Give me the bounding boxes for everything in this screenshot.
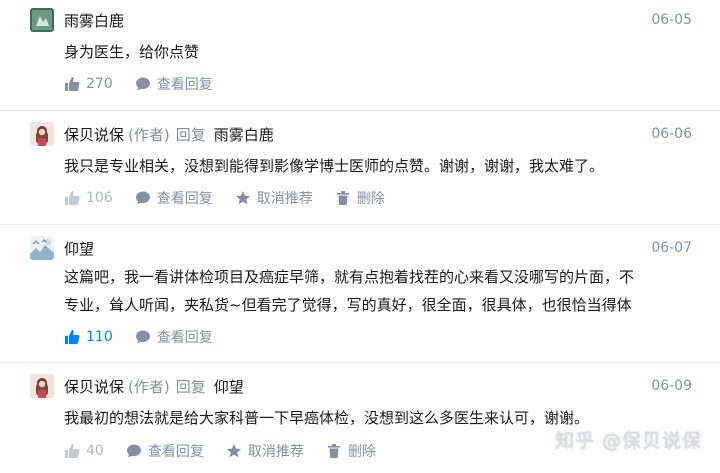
like-button[interactable]: 40 (64, 443, 104, 459)
comment-content: 我只是专业相关，没想到能得到影像学博士医师的点赞。谢谢，谢谢，我太难了。 (64, 157, 605, 175)
author-name[interactable]: 保贝说保 (64, 376, 124, 397)
like-count: 40 (86, 443, 104, 459)
view-replies-label: 查看回复 (156, 191, 213, 207)
comment-date: 06-05 (651, 12, 692, 28)
reply-target-name[interactable]: 仰望 (214, 376, 244, 397)
delete-button[interactable]: 删除 (326, 441, 376, 461)
delete-label: 删除 (347, 444, 376, 460)
like-count: 110 (86, 329, 113, 345)
reply-word: 回复 (175, 377, 206, 396)
like-button[interactable]: 270 (64, 76, 113, 92)
avatar[interactable] (30, 236, 54, 260)
delete-label: 删除 (356, 191, 385, 207)
delete-button[interactable]: 删除 (335, 188, 385, 208)
comment-content-line: 专业，耸人听闻，夹私货~但看完了觉得，写的真好，很全面，很具体，也很恰当得体 (64, 296, 632, 314)
avatar[interactable] (30, 8, 54, 32)
view-replies-button[interactable]: 查看回复 (135, 74, 213, 94)
author-name[interactable]: 仰望 (64, 238, 94, 259)
divider (0, 362, 720, 363)
comment-actions: 110 查看回复 (64, 326, 235, 348)
author-name[interactable]: 雨雾白鹿 (64, 10, 124, 31)
thumbs-up-icon (65, 77, 80, 91)
speech-bubble-icon (135, 191, 150, 205)
unrecommend-label: 取消推荐 (256, 191, 313, 207)
like-count: 270 (86, 76, 113, 92)
thumbs-up-icon (65, 330, 80, 344)
divider (0, 224, 720, 225)
thumbs-up-icon (65, 191, 80, 205)
view-replies-button[interactable]: 查看回复 (135, 188, 213, 208)
divider (0, 110, 720, 111)
trash-icon (327, 444, 340, 458)
avatar[interactable] (30, 374, 54, 398)
comment-content-line: 这篇吧，我一看讲体检项目及癌症早筛，就有点抱着找茬的心来看又没哪写的片面，不 (64, 268, 635, 286)
unrecommend-button[interactable]: 取消推荐 (226, 441, 304, 461)
view-replies-button[interactable]: 查看回复 (126, 441, 204, 461)
reply-target-name[interactable]: 雨雾白鹿 (214, 124, 274, 145)
view-replies-button[interactable]: 查看回复 (135, 327, 213, 347)
comment-date: 06-06 (651, 126, 692, 142)
like-button[interactable]: 106 (64, 190, 113, 206)
star-icon (235, 191, 250, 205)
speech-bubble-icon (135, 330, 150, 344)
comment-actions: 106 查看回复 取消推荐 删除 (64, 187, 407, 209)
author-row: 仰望 (64, 236, 94, 260)
comment-content: 这篇吧，我一看讲体检项目及癌症早筛，就有点抱着找茬的心来看又没哪写的片面，不 专… (64, 263, 694, 319)
trash-icon (336, 191, 349, 205)
author-name[interactable]: 保贝说保 (64, 124, 124, 145)
author-row: 保贝说保 (作者) 回复 雨雾白鹿 (64, 122, 274, 146)
thumbs-up-icon (65, 444, 80, 458)
view-replies-label: 查看回复 (156, 77, 213, 93)
author-tag: (作者) (128, 377, 170, 396)
unrecommend-button[interactable]: 取消推荐 (235, 188, 313, 208)
view-replies-label: 查看回复 (147, 444, 204, 460)
comment-date: 06-07 (651, 240, 692, 256)
comment-date: 06-09 (651, 378, 692, 394)
comment-actions: 270 查看回复 (64, 73, 235, 95)
author-tag: (作者) (128, 125, 170, 144)
comment-actions: 40 查看回复 取消推荐 删除 (64, 440, 398, 462)
view-replies-label: 查看回复 (156, 330, 213, 346)
star-icon (226, 444, 241, 458)
watermark: 知乎 @保贝说保 (555, 426, 702, 453)
avatar[interactable] (30, 122, 54, 146)
comment-content: 身为医生，给你点赞 (64, 43, 200, 61)
author-row: 保贝说保 (作者) 回复 仰望 (64, 374, 244, 398)
like-count: 106 (86, 190, 113, 206)
author-row: 雨雾白鹿 (64, 8, 124, 32)
speech-bubble-icon (126, 444, 141, 458)
reply-word: 回复 (175, 125, 206, 144)
unrecommend-label: 取消推荐 (247, 444, 304, 460)
watermark-text: 知乎 @保贝说保 (554, 430, 702, 452)
like-button[interactable]: 110 (64, 329, 113, 345)
speech-bubble-icon (135, 77, 150, 91)
